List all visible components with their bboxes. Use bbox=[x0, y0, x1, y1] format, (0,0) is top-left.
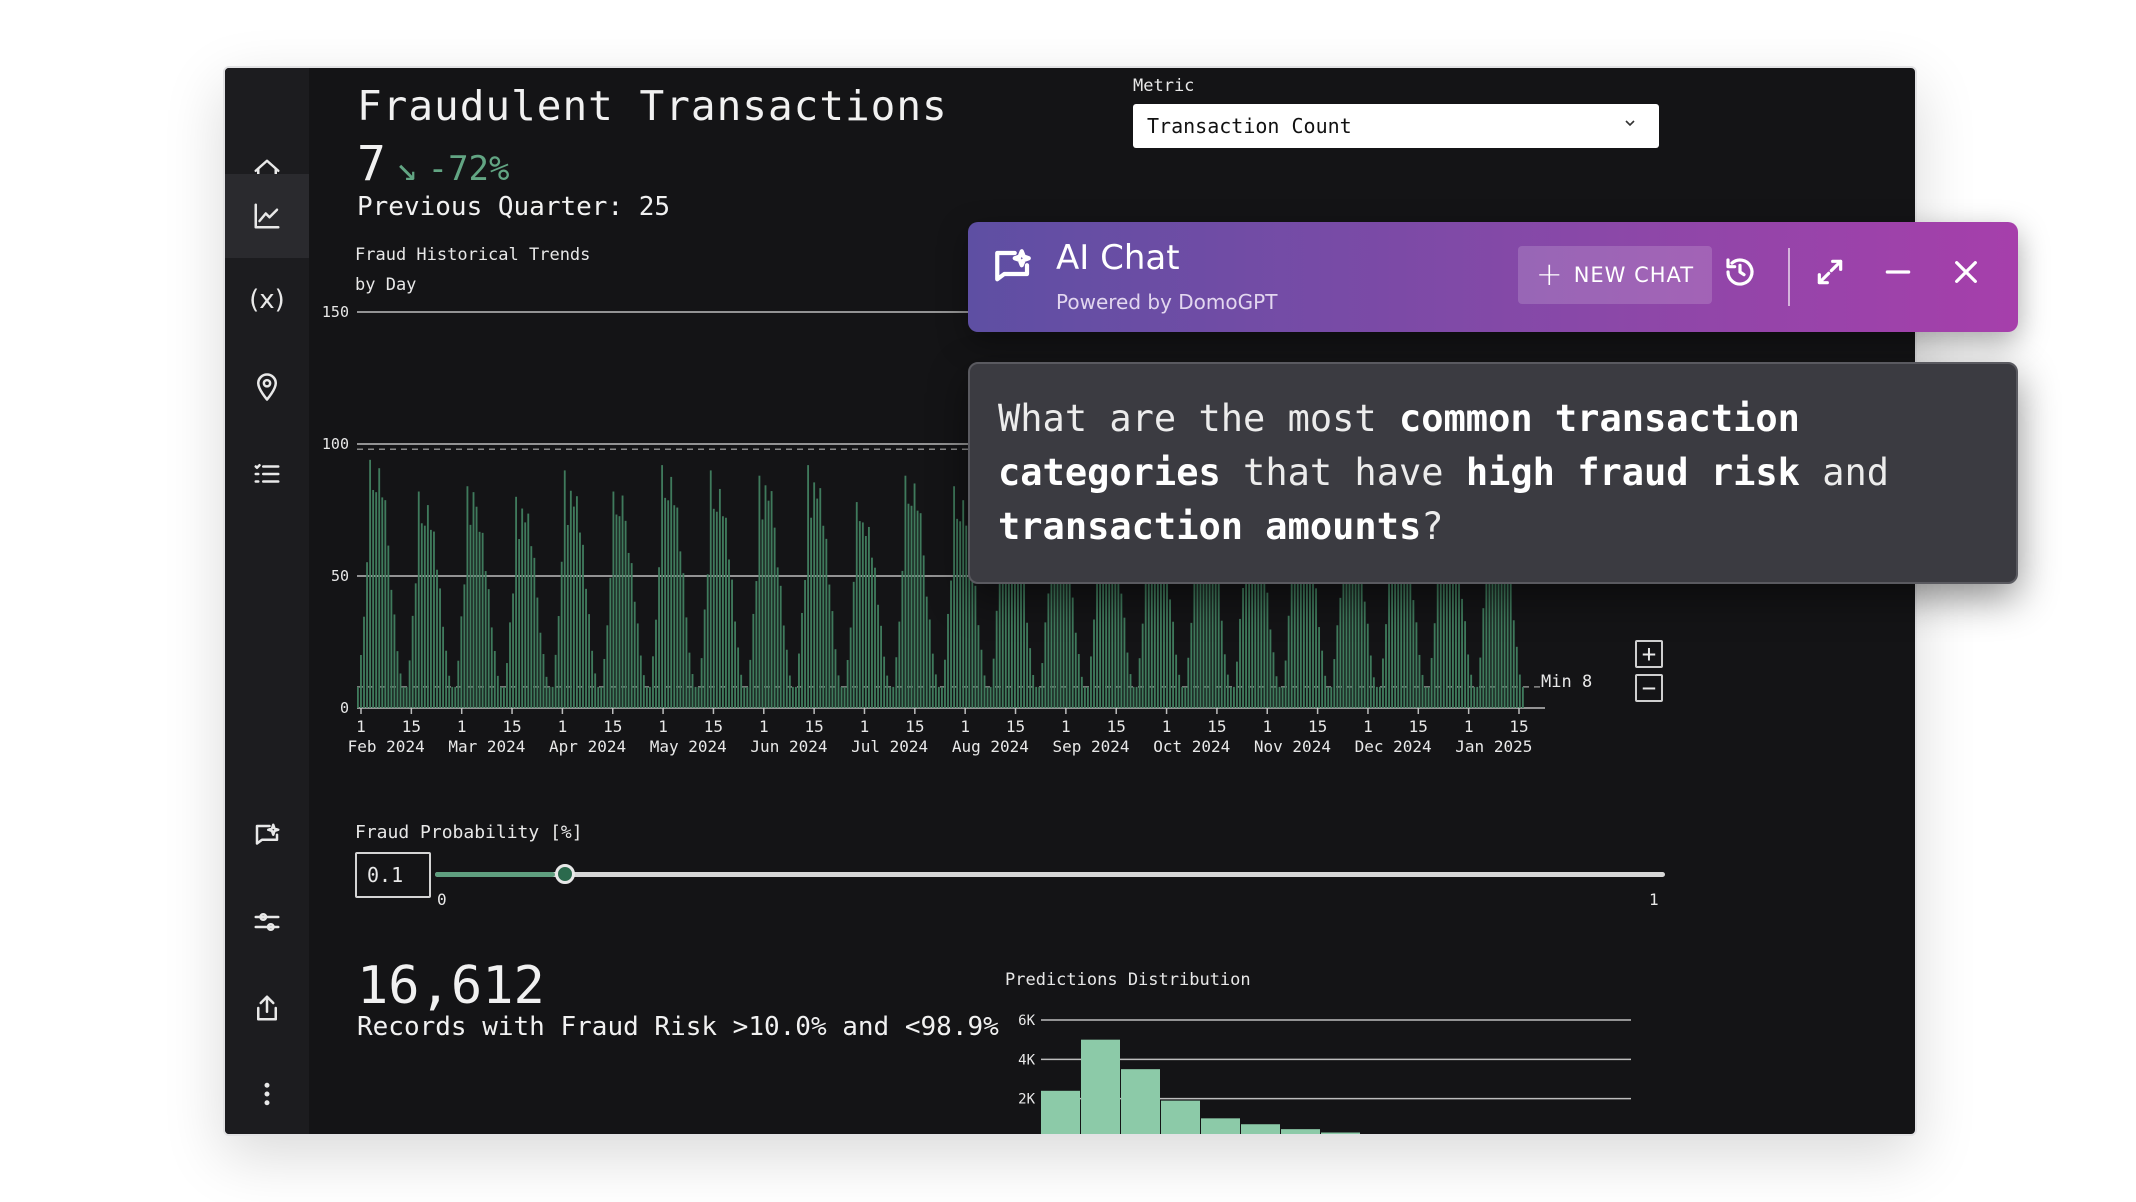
ai-chat-title: AI Chat bbox=[1056, 238, 1180, 278]
msg-bold-2: high fraud risk bbox=[1465, 451, 1800, 494]
msg-bold-3: transaction amounts bbox=[998, 505, 1422, 548]
dist-bar bbox=[1121, 1069, 1160, 1134]
minimize-icon[interactable] bbox=[1878, 252, 1918, 292]
msg-text-1: What are the most bbox=[998, 397, 1399, 440]
dist-bar bbox=[1081, 1039, 1120, 1134]
dist-bar bbox=[1201, 1118, 1240, 1134]
close-icon[interactable] bbox=[1946, 252, 1986, 292]
expand-icon[interactable] bbox=[1810, 252, 1850, 292]
plus-icon: + bbox=[1535, 254, 1564, 293]
dist-bar bbox=[1041, 1090, 1080, 1134]
ai-chat-header: AI Chat Powered by DomoGPT + NEW CHAT bbox=[968, 222, 2018, 332]
history-icon[interactable] bbox=[1720, 252, 1760, 292]
ai-chat-message: What are the most common transaction cat… bbox=[968, 362, 2018, 584]
new-chat-button[interactable]: + NEW CHAT bbox=[1518, 246, 1712, 304]
dist-y-tick-label: 2K bbox=[1018, 1092, 1035, 1108]
dist-y-tick-label: 6K bbox=[1018, 1013, 1035, 1029]
ai-chat-subtitle: Powered by DomoGPT bbox=[1056, 290, 1278, 314]
ai-chat-sparkle-icon bbox=[992, 246, 1034, 288]
dist-y-tick-label: 4K bbox=[1018, 1052, 1035, 1068]
msg-text-3: and bbox=[1799, 451, 1890, 494]
msg-text-4: ? bbox=[1421, 505, 1444, 548]
header-divider bbox=[1788, 248, 1790, 306]
msg-text-2: that have bbox=[1220, 451, 1466, 494]
new-chat-label: NEW CHAT bbox=[1573, 263, 1695, 287]
dist-bar bbox=[1281, 1129, 1320, 1134]
dist-bar bbox=[1241, 1124, 1280, 1134]
dist-bar bbox=[1321, 1132, 1360, 1134]
dist-bar bbox=[1161, 1100, 1200, 1134]
